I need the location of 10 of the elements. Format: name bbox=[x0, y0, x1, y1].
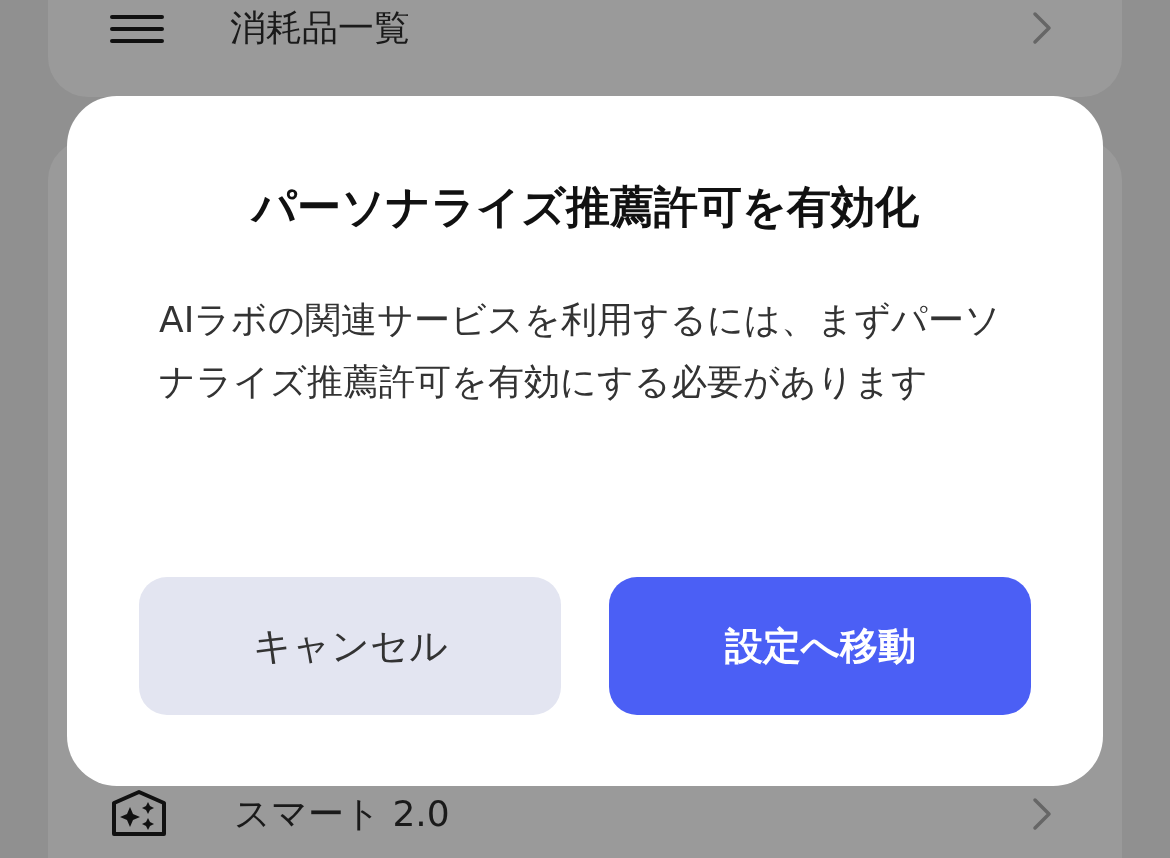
settings-button[interactable]: 設定へ移動 bbox=[609, 577, 1031, 715]
sparkle-icon bbox=[110, 789, 168, 839]
menu-item-label[interactable]: 消耗品一覧 bbox=[230, 3, 1032, 53]
chevron-right-icon bbox=[1032, 11, 1052, 45]
chevron-right-icon bbox=[1032, 797, 1052, 831]
menu-item-label[interactable]: スマート 2.0 bbox=[234, 789, 1032, 839]
list-icon bbox=[110, 13, 164, 43]
dialog-title: パーソナライズ推薦許可を有効化 bbox=[249, 180, 920, 234]
dialog-message: AIラボの関連サービスを利用するには、まずパーソナライズ推薦許可を有効にする必要があります bbox=[158, 298, 1003, 404]
cancel-button[interactable]: キャンセル bbox=[139, 577, 561, 715]
